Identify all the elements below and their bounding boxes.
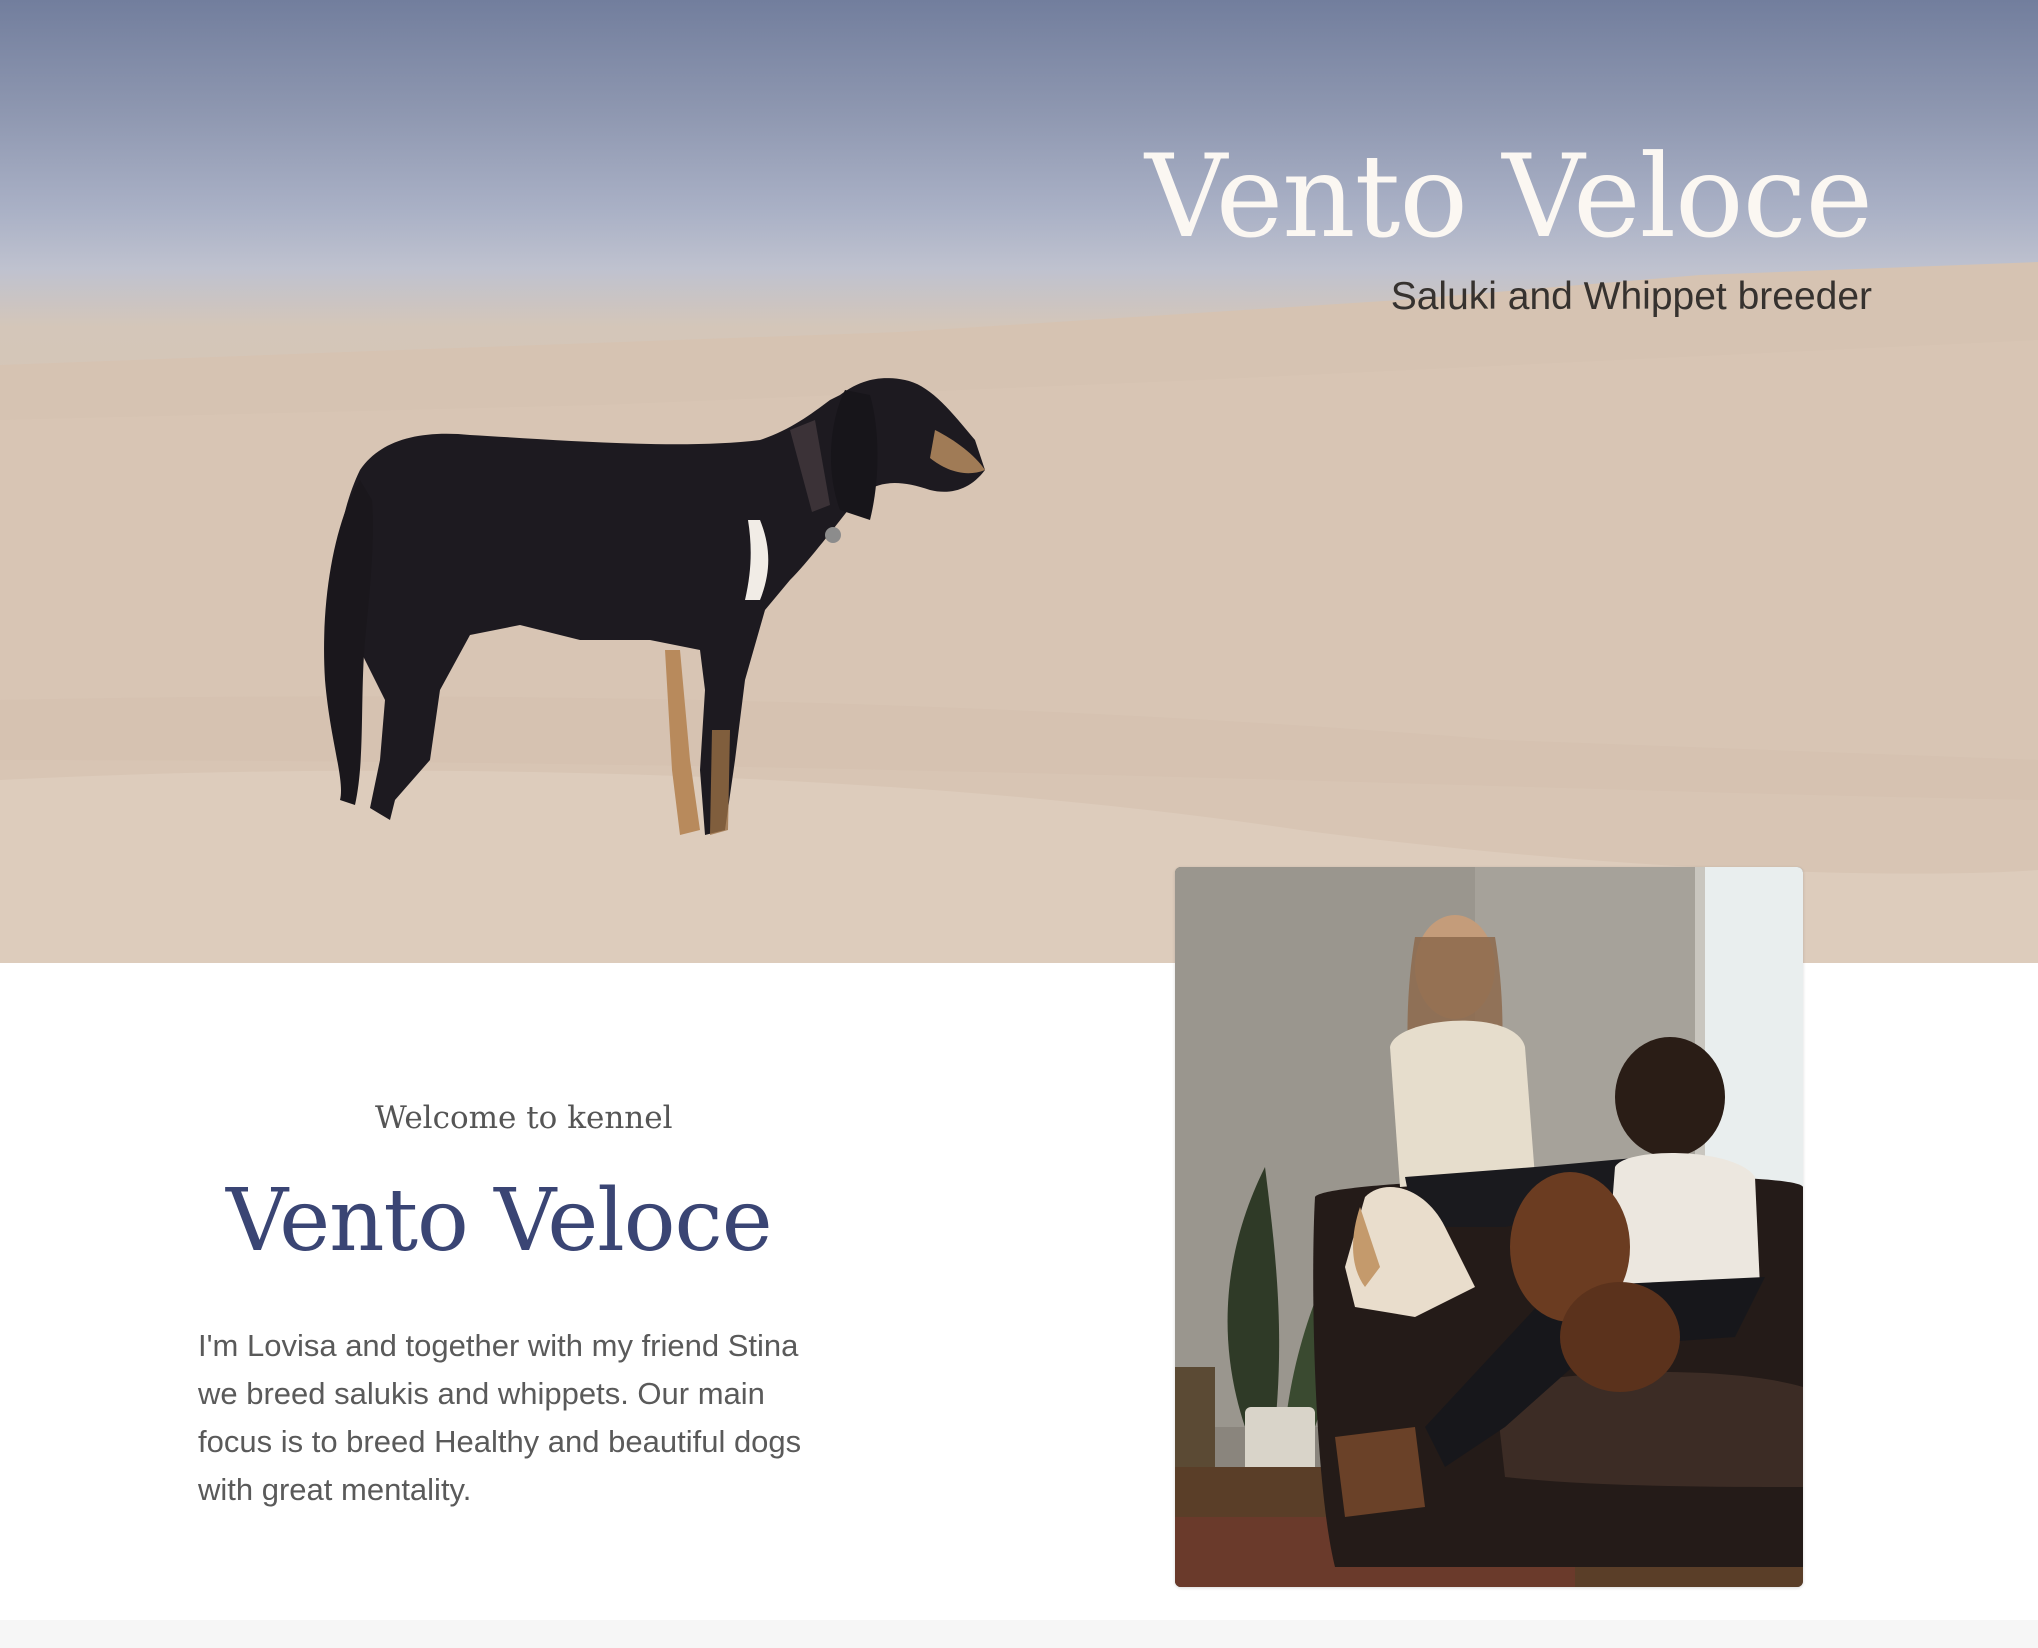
intro-body: I'm Lovisa and together with my friend S… — [198, 1328, 802, 1507]
hero-title: Vento Veloce — [1144, 130, 1873, 263]
hero-banner: Vento Veloce Saluki and Whippet breeder — [0, 0, 2038, 963]
page: Vento Veloce Saluki and Whippet breeder … — [0, 0, 2038, 1648]
intro-eyebrow: Welcome to kennel — [375, 1100, 673, 1136]
intro-title: Vento Veloce — [226, 1171, 773, 1271]
hero-subtitle: Saluki and Whippet breeder — [1390, 275, 1872, 318]
page-footer-edge — [0, 1620, 2038, 1648]
owners-photo — [1175, 867, 1803, 1587]
owners-photo-image — [1175, 867, 1803, 1587]
